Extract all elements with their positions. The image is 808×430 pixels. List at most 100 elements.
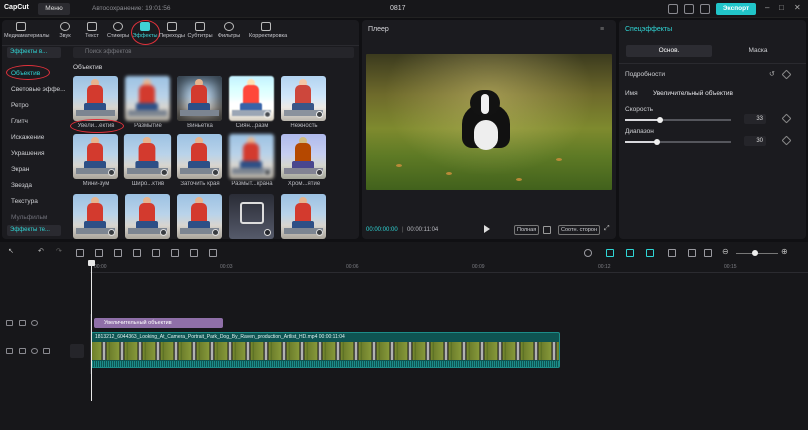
effect-thumbnail[interactable] xyxy=(281,134,326,179)
lock-icon[interactable] xyxy=(19,320,26,326)
effect-thumbnail[interactable] xyxy=(73,76,118,121)
effect-thumbnail[interactable] xyxy=(125,76,170,121)
tool-filters[interactable]: Фильтры xyxy=(216,20,242,42)
speaker-icon[interactable] xyxy=(43,348,50,354)
mask-icon[interactable] xyxy=(152,249,160,257)
effect-thumbnail[interactable] xyxy=(281,76,326,121)
tab-basic[interactable]: Основ. xyxy=(626,45,712,57)
export-button[interactable]: Экспорт xyxy=(716,3,756,15)
keyframe-icon[interactable] xyxy=(781,113,792,124)
range-slider[interactable] xyxy=(625,139,731,145)
zoom-out-icon[interactable]: ⊖ xyxy=(722,247,729,256)
tool-transitions[interactable]: Переходы xyxy=(159,20,185,42)
playhead-handle[interactable] xyxy=(88,260,95,266)
crop-tl-icon[interactable] xyxy=(209,249,217,257)
effect-thumbnail[interactable] xyxy=(177,194,222,239)
layout-icon[interactable] xyxy=(668,4,678,14)
effect-thumbnail[interactable] xyxy=(281,194,326,239)
tool-audio[interactable]: Звук xyxy=(52,20,78,42)
category-item[interactable]: Текстура xyxy=(11,198,38,205)
mirror-icon[interactable] xyxy=(171,249,179,257)
cover-edit-icon[interactable] xyxy=(70,344,84,358)
effect-label: Заточить края xyxy=(180,181,220,187)
effect-thumbnail[interactable] xyxy=(73,134,118,179)
fullsize-button[interactable]: Полная xyxy=(514,225,540,235)
tool-text[interactable]: Текст xyxy=(79,20,105,42)
undo-icon[interactable]: ↶ xyxy=(38,247,44,255)
leaf-decoration xyxy=(516,178,522,181)
split-icon[interactable] xyxy=(76,249,84,257)
playhead[interactable] xyxy=(91,261,92,401)
category-item[interactable]: Световые эффе... xyxy=(11,86,66,93)
redo-icon[interactable]: ↷ xyxy=(56,247,62,255)
close-icon[interactable]: ✕ xyxy=(794,3,801,12)
tab-mask[interactable]: Маска xyxy=(715,45,801,57)
category-item[interactable]: Искажение xyxy=(11,134,44,141)
magnet-icon[interactable] xyxy=(626,249,634,257)
effect-thumbnail[interactable] xyxy=(123,134,172,179)
crop-icon[interactable] xyxy=(543,226,551,234)
menu-button[interactable]: Меню xyxy=(38,3,70,15)
effect-thumbnail[interactable] xyxy=(177,76,222,121)
link-main-icon[interactable] xyxy=(606,249,614,257)
video-clip[interactable]: 1813212_6044363_Looking_At_Camera_Portra… xyxy=(91,332,560,368)
category-item[interactable]: Звезда xyxy=(11,182,32,189)
effect-thumbnail[interactable] xyxy=(229,194,274,239)
tool-adjust[interactable]: Корректировка xyxy=(249,20,287,42)
speed-slider[interactable] xyxy=(625,117,731,123)
maximize-icon[interactable]: □ xyxy=(779,3,784,12)
caption-icon[interactable] xyxy=(688,249,696,257)
effect-thumbnail[interactable] xyxy=(73,194,118,239)
category-item[interactable]: Глитч xyxy=(11,118,28,125)
split-left-icon[interactable] xyxy=(95,249,103,257)
leaf-decoration xyxy=(396,164,402,167)
rotate-icon[interactable] xyxy=(190,249,198,257)
tool-media[interactable]: Медиаматериалы xyxy=(4,20,50,42)
effects-type-dropdown[interactable]: Эффекты в... xyxy=(7,47,61,58)
effect-thumbnail[interactable] xyxy=(177,134,222,179)
lock-icon[interactable] xyxy=(19,348,26,354)
split-right-icon[interactable] xyxy=(114,249,122,257)
category-item[interactable]: Мульфильм xyxy=(11,214,47,221)
microphone-icon[interactable] xyxy=(584,249,592,257)
preview-axis-icon[interactable] xyxy=(668,249,676,257)
zoom-slider-knob[interactable] xyxy=(752,250,758,256)
range-slider-knob[interactable] xyxy=(653,139,660,145)
effect-thumbnail[interactable] xyxy=(125,194,170,239)
category-item[interactable]: Объектив xyxy=(11,70,40,77)
player-menu-icon[interactable]: ≡ xyxy=(600,26,604,33)
tool-subtitles[interactable]: Субтитры xyxy=(187,20,213,42)
category-item[interactable]: Ретро xyxy=(11,102,29,109)
share-icon[interactable] xyxy=(700,4,710,14)
select-tool-icon[interactable]: ↖ xyxy=(8,247,14,255)
play-icon[interactable] xyxy=(484,225,490,233)
speed-label: Скорость xyxy=(625,106,654,113)
category-item[interactable]: Украшения xyxy=(11,150,44,157)
fullscreen-icon[interactable]: ⤢ xyxy=(604,225,610,233)
tool-stickers[interactable]: Стикеры xyxy=(105,20,131,42)
link-icon[interactable] xyxy=(646,249,654,257)
autosave-status: Автосохранение: 19:01:56 xyxy=(92,5,171,12)
effect-thumbnail[interactable] xyxy=(229,76,274,121)
effects-bottom-dropdown[interactable]: Эффекты те... xyxy=(7,225,61,236)
category-item[interactable]: Экран xyxy=(11,166,29,173)
details-heading: Подробности xyxy=(625,71,665,78)
video-preview[interactable] xyxy=(366,54,612,190)
speed-value-input[interactable]: 33 xyxy=(744,114,766,124)
minimize-icon[interactable]: – xyxy=(765,3,769,12)
delete-icon[interactable] xyxy=(133,249,141,257)
effect-thumbnail[interactable] xyxy=(229,134,274,179)
keyframe-icon[interactable] xyxy=(781,135,792,146)
zoom-in-icon[interactable]: ⊕ xyxy=(781,247,788,256)
aspect-ratio-button[interactable]: Соотн. сторон xyxy=(558,225,601,235)
fit-icon[interactable] xyxy=(704,249,712,257)
keyframe-icon[interactable] xyxy=(781,69,792,80)
range-value-input[interactable]: 30 xyxy=(744,136,766,146)
shortcut-icon[interactable] xyxy=(684,4,694,14)
effects-search-input[interactable]: Поиск эффектов xyxy=(73,47,354,58)
eye-icon[interactable] xyxy=(31,320,38,326)
eye-icon[interactable] xyxy=(31,348,38,354)
speed-slider-knob[interactable] xyxy=(656,117,663,123)
reset-icon[interactable]: ↺ xyxy=(769,70,775,78)
effect-clip[interactable]: Увеличительный объектив xyxy=(94,318,223,328)
